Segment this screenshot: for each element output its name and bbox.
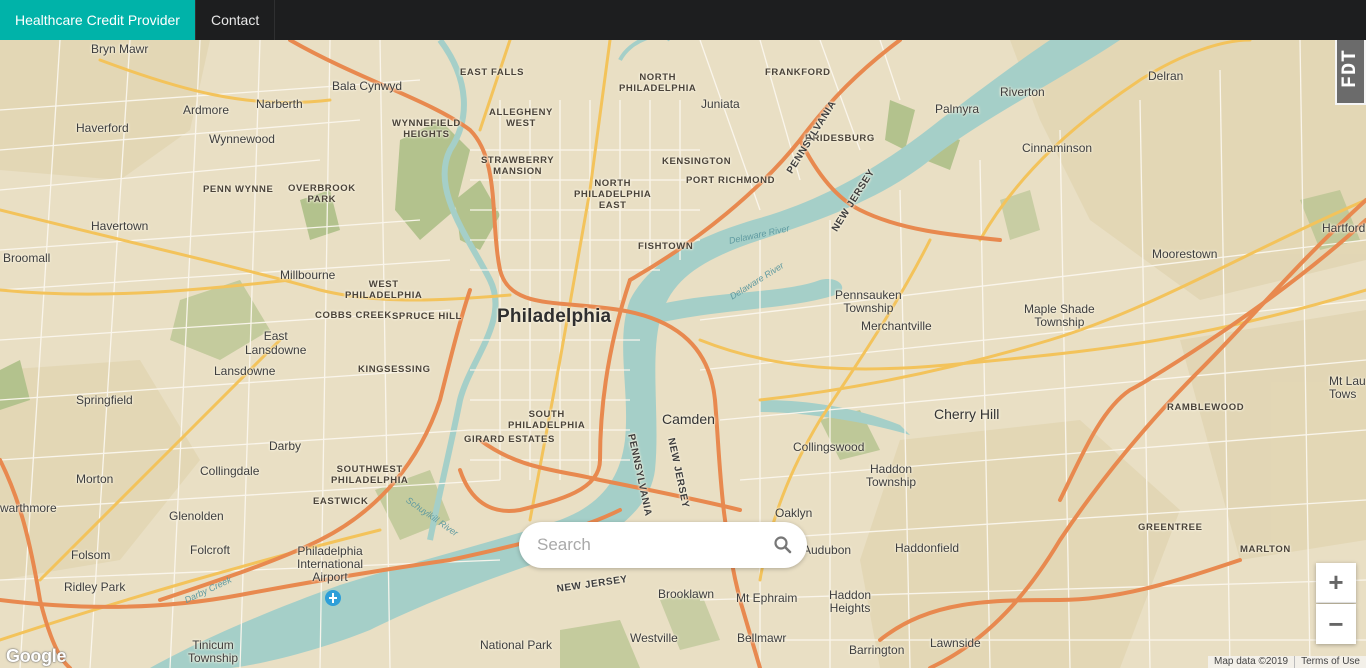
map-canvas[interactable]: Philadelphia Camden Cherry Hill Bryn Maw…: [0, 40, 1366, 668]
map-data-text: Map data ©2019: [1214, 656, 1289, 667]
feedback-tab[interactable]: FDT: [1335, 40, 1366, 105]
label-fishtown: FISHTOWN: [638, 241, 694, 252]
label-penn-wynne: PENN WYNNE: [203, 184, 274, 195]
label-springfield: Springfield: [76, 393, 133, 407]
feedback-tab-label: FDT: [1339, 48, 1363, 88]
label-southwest-philadelphia: SOUTHWEST PHILADELPHIA: [331, 464, 409, 486]
label-narberth: Narberth: [256, 97, 303, 111]
label-mt-ephraim: Mt Ephraim: [736, 591, 798, 605]
label-juniata: Juniata: [701, 97, 740, 111]
label-overbrook-park: OVERBROOK PARK: [288, 183, 356, 205]
label-westville: Westville: [630, 631, 678, 645]
search-icon[interactable]: [773, 535, 793, 555]
label-mt-laurel: Mt Lau Tows: [1329, 374, 1366, 401]
map-base-layer: [0, 40, 1366, 668]
label-kensington: KENSINGTON: [662, 156, 732, 167]
label-bellmawr: Bellmawr: [737, 631, 787, 645]
label-ridley-park: Ridley Park: [64, 580, 126, 594]
label-phl-airport: Philadelphia International Airport: [297, 544, 364, 584]
label-frankford: FRANKFORD: [765, 67, 831, 78]
label-wynnefield-heights: WYNNEFIELD HEIGHTS: [392, 118, 461, 140]
label-lansdowne: Lansdowne: [214, 364, 276, 378]
terms-of-use-link[interactable]: Terms of Use: [1294, 656, 1366, 668]
label-kingsessing: KINGSESSING: [358, 364, 431, 375]
label-haverford: Haverford: [76, 121, 129, 135]
label-cherry-hill: Cherry Hill: [934, 406, 1000, 422]
label-spruce-hill: SPRUCE HILL: [392, 311, 462, 322]
airport-icon: [325, 590, 341, 606]
label-north-phila-east: NORTH PHILADELPHIA EAST: [574, 178, 652, 211]
map-attribution: Map data ©2019 Terms of Use: [1208, 656, 1366, 668]
label-audubon: Audubon: [803, 543, 852, 557]
label-national-park: National Park: [480, 638, 553, 652]
label-palmyra: Palmyra: [935, 102, 980, 116]
label-hartford: Hartford: [1322, 221, 1366, 235]
label-swarthmore: warthmore: [0, 501, 57, 515]
label-philadelphia: Philadelphia: [497, 306, 612, 327]
label-brooklawn: Brooklawn: [658, 587, 715, 601]
label-east-lansdowne: East Lansdowne: [245, 329, 307, 357]
label-bryn-mawr: Bryn Mawr: [91, 42, 149, 56]
label-tinicum: Tinicum Township: [188, 638, 239, 665]
label-bala-cynwyd: Bala Cynwyd: [332, 79, 403, 93]
label-haddonfield: Haddonfield: [895, 541, 960, 555]
nav-brand-link[interactable]: Healthcare Credit Provider: [0, 0, 196, 40]
nav-contact-link[interactable]: Contact: [196, 0, 276, 40]
label-haddon-heights: Haddon Heights: [829, 588, 872, 615]
label-south-philadelphia: SOUTH PHILADELPHIA: [508, 409, 586, 431]
zoom-out-button[interactable]: −: [1316, 604, 1356, 644]
label-glenolden: Glenolden: [169, 509, 224, 523]
label-broomall: Broomall: [3, 251, 51, 265]
top-navbar: Healthcare Credit Provider Contact: [0, 0, 1366, 40]
label-haddon-township: Haddon Township: [866, 462, 917, 489]
label-oaklyn: Oaklyn: [775, 506, 813, 520]
label-cobbs-creek: COBBS CREEK: [315, 310, 392, 321]
label-west-philadelphia: WEST PHILADELPHIA: [345, 279, 423, 301]
label-havertown: Havertown: [91, 219, 149, 233]
label-pennsauken: Pennsauken Township: [835, 288, 902, 315]
map-search-box: [519, 522, 807, 568]
label-collingdale: Collingdale: [200, 464, 260, 478]
label-north-philadelphia: NORTH PHILADELPHIA: [619, 72, 697, 94]
label-merchantville: Merchantville: [861, 319, 932, 333]
zoom-in-button[interactable]: +: [1316, 563, 1356, 603]
google-logo[interactable]: Google: [6, 646, 67, 667]
search-input[interactable]: [537, 535, 757, 555]
label-collingswood: Collingswood: [793, 440, 865, 454]
label-ramblewood: RAMBLEWOOD: [1167, 402, 1245, 413]
label-darby: Darby: [269, 439, 302, 453]
label-barrington: Barrington: [849, 643, 905, 657]
label-cinnaminson: Cinnaminson: [1022, 141, 1093, 155]
label-ardmore: Ardmore: [183, 103, 230, 117]
label-eastwick: EASTWICK: [313, 496, 369, 507]
label-morton: Morton: [76, 472, 114, 486]
label-maple-shade: Maple Shade Township: [1024, 302, 1095, 329]
label-riverton: Riverton: [1000, 85, 1045, 99]
label-folcroft: Folcroft: [190, 543, 231, 557]
label-camden: Camden: [662, 411, 715, 427]
label-lawnside: Lawnside: [930, 636, 981, 650]
label-wynnewood: Wynnewood: [209, 132, 275, 146]
label-moorestown: Moorestown: [1152, 247, 1218, 261]
label-allegheny-west: ALLEGHENY WEST: [489, 107, 553, 129]
label-delran: Delran: [1148, 69, 1184, 83]
label-millbourne: Millbourne: [280, 268, 336, 282]
label-east-falls: EAST FALLS: [460, 67, 525, 78]
label-marlton: MARLTON: [1240, 544, 1291, 555]
label-folsom: Folsom: [71, 548, 111, 562]
label-port-richmond: PORT RICHMOND: [686, 175, 776, 186]
label-strawberry-mansion: STRAWBERRY MANSION: [481, 155, 555, 177]
label-girard-estates: GIRARD ESTATES: [464, 434, 555, 445]
label-greentree: GREENTREE: [1138, 522, 1203, 533]
